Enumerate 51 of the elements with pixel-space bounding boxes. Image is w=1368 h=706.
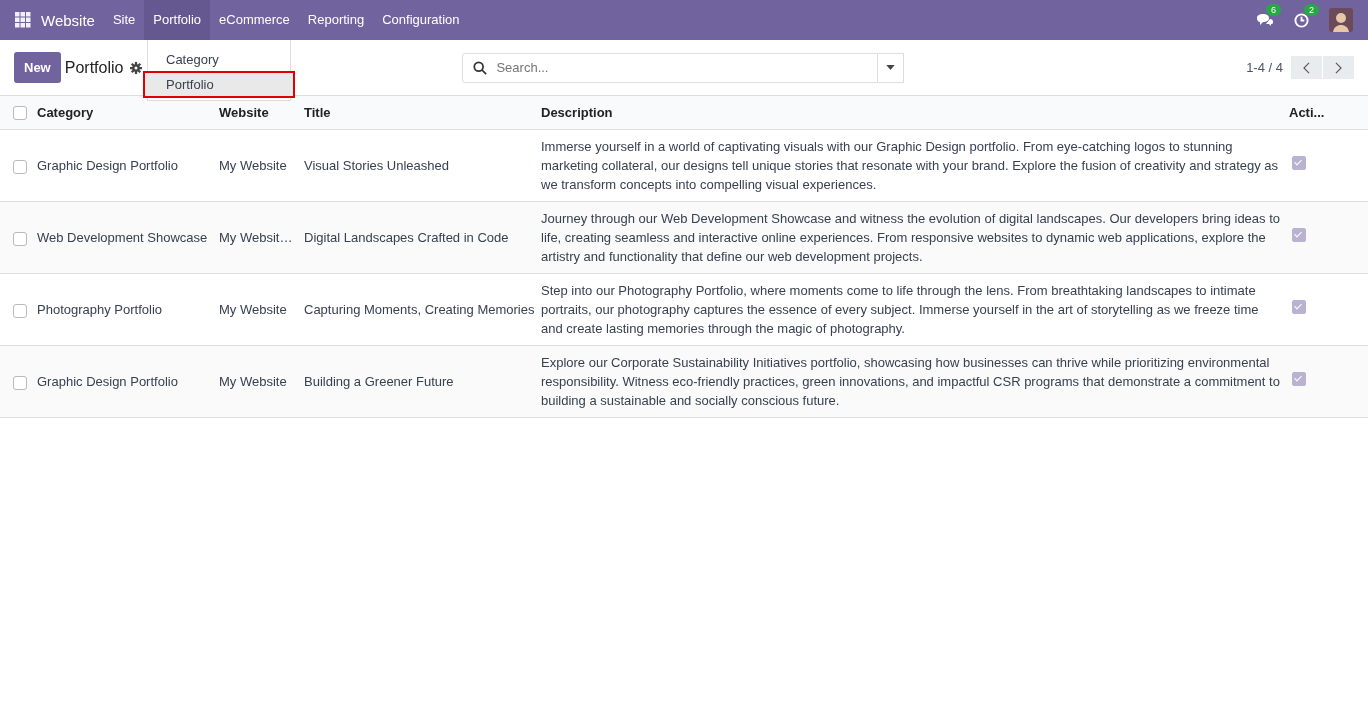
message-count-badge: 6 <box>1266 4 1281 16</box>
avatar-icon[interactable] <box>1329 8 1353 32</box>
category-cell: Web Development Showcase <box>37 230 208 245</box>
title-cell: Visual Stories Unleashed <box>304 158 449 173</box>
column-header[interactable]: Title <box>304 105 331 120</box>
title-cell: Building a Greener Future <box>304 374 454 389</box>
website-cell: My Website <box>219 302 287 317</box>
clock-icon[interactable] <box>1294 12 1309 28</box>
select-all-checkbox[interactable] <box>13 106 27 121</box>
next-page-button[interactable] <box>1323 56 1354 79</box>
menu-item[interactable]: Portfolio <box>144 0 211 40</box>
row-checkbox[interactable] <box>13 375 27 390</box>
chat-icon[interactable] <box>1256 13 1274 27</box>
column-header[interactable]: Acti... <box>1289 105 1325 120</box>
search-options-toggle[interactable] <box>878 52 905 83</box>
settings-icon[interactable] <box>130 61 143 74</box>
previous-page-button[interactable] <box>1291 56 1322 79</box>
column-header[interactable]: Category <box>37 105 94 120</box>
website-cell: My Website <box>219 158 287 173</box>
row-checkbox[interactable] <box>13 159 27 174</box>
chevron-left-icon <box>1303 61 1310 74</box>
caret-icon <box>886 65 896 70</box>
dropdown-item[interactable]: Portfolio <box>145 73 293 96</box>
column-header[interactable]: Description <box>541 105 613 120</box>
website-cell: My Website <box>219 374 287 389</box>
menu-item[interactable]: Configuration <box>373 0 469 40</box>
description-cell: Immerse yourself in a world of captivating visuals with our Graphic Design portfolio. From eye-catching logos to stunning marketing collateral, our designs tell unique stories that resonate with your brand. Explore the fusion of creativity and strategy as we transform concepts into compelling visual experiences. <box>541 139 1279 192</box>
website-cell: My Websit… <box>219 230 293 245</box>
breadcrumb-title: Portfolio <box>64 58 124 77</box>
category-cell: Graphic Design Portfolio <box>37 374 178 389</box>
description-cell: Step into our Photography Portfolio, where moments come to life through the lens. From breathtaking landscapes to intimate portraits, our photography captures the essence of every subject. Immerse yourself in the art of storytelling as we freeze time and create lasting memories through the magic of photography. <box>541 283 1259 336</box>
category-cell: Photography Portfolio <box>37 302 163 317</box>
search-icon <box>473 60 488 75</box>
menu-item[interactable]: Reporting <box>298 0 374 40</box>
title-cell: Digital Landscapes Crafted in Code <box>304 230 509 245</box>
row-checkbox[interactable] <box>13 303 27 318</box>
dropdown-item[interactable]: Category <box>148 48 290 71</box>
apps-grid-icon[interactable] <box>15 12 31 28</box>
app-name[interactable]: Website <box>41 11 95 29</box>
description-cell: Journey through our Web Development Showcase and witness the evolution of digital landscapes. Our developers bring ideas to life, creating seamless and interactive online experiences. From responsive websites to dynamic web applications, explore the artistry and functionality that define our web development projects. <box>541 211 1281 264</box>
description-cell: Explore our Corporate Sustainability Initiatives portfolio, showcasing how businesses can thrive while prioritizing environmental responsibility. Witness eco-friendly practices, green innovations, and impactful CSR programs that demonstrate a commitment to building a sustainable and socially conscious future. <box>541 355 1280 408</box>
row-checkbox[interactable] <box>13 231 27 246</box>
chevron-right-icon <box>1335 61 1342 74</box>
category-cell: Graphic Design Portfolio <box>37 158 178 173</box>
activity-count-badge: 2 <box>1304 3 1319 16</box>
menu-item[interactable]: eCommerce <box>210 0 299 40</box>
search-field[interactable]: Search... <box>462 52 879 83</box>
menu-item[interactable]: Site <box>103 0 145 40</box>
pager-value: 1-4 / 4 <box>1246 60 1283 75</box>
title-cell: Capturing Moments, Creating Memories <box>304 302 535 317</box>
new-button[interactable]: New <box>14 52 61 83</box>
